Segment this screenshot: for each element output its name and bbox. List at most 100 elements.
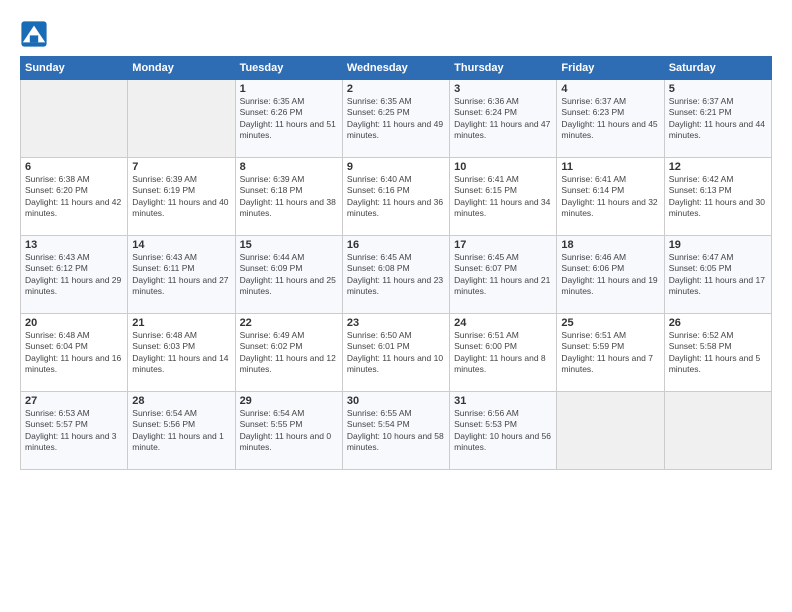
calendar-cell xyxy=(128,80,235,158)
weekday-tuesday: Tuesday xyxy=(235,57,342,80)
weekday-sunday: Sunday xyxy=(21,57,128,80)
day-number: 10 xyxy=(454,161,552,173)
calendar-cell xyxy=(557,392,664,470)
day-info: Sunrise: 6:54 AMSunset: 5:55 PMDaylight:… xyxy=(240,408,338,454)
calendar-cell: 30Sunrise: 6:55 AMSunset: 5:54 PMDayligh… xyxy=(342,392,449,470)
day-number: 12 xyxy=(669,161,767,173)
weekday-wednesday: Wednesday xyxy=(342,57,449,80)
calendar-cell: 19Sunrise: 6:47 AMSunset: 6:05 PMDayligh… xyxy=(664,236,771,314)
day-info: Sunrise: 6:41 AMSunset: 6:14 PMDaylight:… xyxy=(561,174,659,220)
calendar-cell: 29Sunrise: 6:54 AMSunset: 5:55 PMDayligh… xyxy=(235,392,342,470)
calendar-cell xyxy=(664,392,771,470)
day-info: Sunrise: 6:43 AMSunset: 6:11 PMDaylight:… xyxy=(132,252,230,298)
day-number: 31 xyxy=(454,395,552,407)
calendar-body: 1Sunrise: 6:35 AMSunset: 6:26 PMDaylight… xyxy=(21,80,772,470)
calendar-cell: 8Sunrise: 6:39 AMSunset: 6:18 PMDaylight… xyxy=(235,158,342,236)
day-info: Sunrise: 6:53 AMSunset: 5:57 PMDaylight:… xyxy=(25,408,123,454)
day-info: Sunrise: 6:35 AMSunset: 6:25 PMDaylight:… xyxy=(347,96,445,142)
day-number: 18 xyxy=(561,239,659,251)
day-number: 8 xyxy=(240,161,338,173)
weekday-friday: Friday xyxy=(557,57,664,80)
day-info: Sunrise: 6:43 AMSunset: 6:12 PMDaylight:… xyxy=(25,252,123,298)
day-number: 4 xyxy=(561,83,659,95)
day-number: 7 xyxy=(132,161,230,173)
day-number: 23 xyxy=(347,317,445,329)
calendar-cell: 20Sunrise: 6:48 AMSunset: 6:04 PMDayligh… xyxy=(21,314,128,392)
day-info: Sunrise: 6:45 AMSunset: 6:07 PMDaylight:… xyxy=(454,252,552,298)
day-number: 24 xyxy=(454,317,552,329)
calendar-cell: 9Sunrise: 6:40 AMSunset: 6:16 PMDaylight… xyxy=(342,158,449,236)
calendar-cell: 26Sunrise: 6:52 AMSunset: 5:58 PMDayligh… xyxy=(664,314,771,392)
day-info: Sunrise: 6:45 AMSunset: 6:08 PMDaylight:… xyxy=(347,252,445,298)
calendar-cell: 6Sunrise: 6:38 AMSunset: 6:20 PMDaylight… xyxy=(21,158,128,236)
calendar-cell: 25Sunrise: 6:51 AMSunset: 5:59 PMDayligh… xyxy=(557,314,664,392)
calendar-cell: 23Sunrise: 6:50 AMSunset: 6:01 PMDayligh… xyxy=(342,314,449,392)
logo xyxy=(20,20,52,48)
calendar-cell: 12Sunrise: 6:42 AMSunset: 6:13 PMDayligh… xyxy=(664,158,771,236)
weekday-header-row: SundayMondayTuesdayWednesdayThursdayFrid… xyxy=(21,57,772,80)
day-number: 25 xyxy=(561,317,659,329)
day-info: Sunrise: 6:46 AMSunset: 6:06 PMDaylight:… xyxy=(561,252,659,298)
day-info: Sunrise: 6:49 AMSunset: 6:02 PMDaylight:… xyxy=(240,330,338,376)
day-info: Sunrise: 6:35 AMSunset: 6:26 PMDaylight:… xyxy=(240,96,338,142)
day-info: Sunrise: 6:38 AMSunset: 6:20 PMDaylight:… xyxy=(25,174,123,220)
calendar-cell: 3Sunrise: 6:36 AMSunset: 6:24 PMDaylight… xyxy=(450,80,557,158)
calendar-cell: 22Sunrise: 6:49 AMSunset: 6:02 PMDayligh… xyxy=(235,314,342,392)
day-number: 11 xyxy=(561,161,659,173)
weekday-monday: Monday xyxy=(128,57,235,80)
day-number: 21 xyxy=(132,317,230,329)
day-number: 27 xyxy=(25,395,123,407)
day-info: Sunrise: 6:54 AMSunset: 5:56 PMDaylight:… xyxy=(132,408,230,454)
day-info: Sunrise: 6:44 AMSunset: 6:09 PMDaylight:… xyxy=(240,252,338,298)
day-info: Sunrise: 6:48 AMSunset: 6:04 PMDaylight:… xyxy=(25,330,123,376)
calendar-cell: 24Sunrise: 6:51 AMSunset: 6:00 PMDayligh… xyxy=(450,314,557,392)
calendar-week-2: 6Sunrise: 6:38 AMSunset: 6:20 PMDaylight… xyxy=(21,158,772,236)
calendar-table: SundayMondayTuesdayWednesdayThursdayFrid… xyxy=(20,56,772,470)
day-number: 13 xyxy=(25,239,123,251)
day-number: 19 xyxy=(669,239,767,251)
day-info: Sunrise: 6:51 AMSunset: 6:00 PMDaylight:… xyxy=(454,330,552,376)
calendar-cell: 15Sunrise: 6:44 AMSunset: 6:09 PMDayligh… xyxy=(235,236,342,314)
calendar-cell: 28Sunrise: 6:54 AMSunset: 5:56 PMDayligh… xyxy=(128,392,235,470)
day-number: 22 xyxy=(240,317,338,329)
day-info: Sunrise: 6:41 AMSunset: 6:15 PMDaylight:… xyxy=(454,174,552,220)
day-info: Sunrise: 6:39 AMSunset: 6:19 PMDaylight:… xyxy=(132,174,230,220)
day-info: Sunrise: 6:48 AMSunset: 6:03 PMDaylight:… xyxy=(132,330,230,376)
day-number: 29 xyxy=(240,395,338,407)
day-info: Sunrise: 6:42 AMSunset: 6:13 PMDaylight:… xyxy=(669,174,767,220)
day-info: Sunrise: 6:37 AMSunset: 6:23 PMDaylight:… xyxy=(561,96,659,142)
calendar-cell: 2Sunrise: 6:35 AMSunset: 6:25 PMDaylight… xyxy=(342,80,449,158)
day-info: Sunrise: 6:47 AMSunset: 6:05 PMDaylight:… xyxy=(669,252,767,298)
day-number: 15 xyxy=(240,239,338,251)
day-number: 6 xyxy=(25,161,123,173)
day-info: Sunrise: 6:50 AMSunset: 6:01 PMDaylight:… xyxy=(347,330,445,376)
calendar-cell: 7Sunrise: 6:39 AMSunset: 6:19 PMDaylight… xyxy=(128,158,235,236)
day-number: 26 xyxy=(669,317,767,329)
day-info: Sunrise: 6:37 AMSunset: 6:21 PMDaylight:… xyxy=(669,96,767,142)
calendar-cell: 21Sunrise: 6:48 AMSunset: 6:03 PMDayligh… xyxy=(128,314,235,392)
weekday-saturday: Saturday xyxy=(664,57,771,80)
calendar-cell: 13Sunrise: 6:43 AMSunset: 6:12 PMDayligh… xyxy=(21,236,128,314)
day-number: 3 xyxy=(454,83,552,95)
day-number: 28 xyxy=(132,395,230,407)
calendar-cell: 11Sunrise: 6:41 AMSunset: 6:14 PMDayligh… xyxy=(557,158,664,236)
day-number: 14 xyxy=(132,239,230,251)
logo-icon xyxy=(20,20,48,48)
day-number: 30 xyxy=(347,395,445,407)
calendar-cell: 27Sunrise: 6:53 AMSunset: 5:57 PMDayligh… xyxy=(21,392,128,470)
calendar-cell: 31Sunrise: 6:56 AMSunset: 5:53 PMDayligh… xyxy=(450,392,557,470)
day-number: 17 xyxy=(454,239,552,251)
calendar-cell xyxy=(21,80,128,158)
day-number: 16 xyxy=(347,239,445,251)
calendar-cell: 18Sunrise: 6:46 AMSunset: 6:06 PMDayligh… xyxy=(557,236,664,314)
day-info: Sunrise: 6:40 AMSunset: 6:16 PMDaylight:… xyxy=(347,174,445,220)
calendar-week-5: 27Sunrise: 6:53 AMSunset: 5:57 PMDayligh… xyxy=(21,392,772,470)
calendar-cell: 1Sunrise: 6:35 AMSunset: 6:26 PMDaylight… xyxy=(235,80,342,158)
calendar-cell: 16Sunrise: 6:45 AMSunset: 6:08 PMDayligh… xyxy=(342,236,449,314)
weekday-thursday: Thursday xyxy=(450,57,557,80)
day-number: 5 xyxy=(669,83,767,95)
day-info: Sunrise: 6:56 AMSunset: 5:53 PMDaylight:… xyxy=(454,408,552,454)
calendar-cell: 17Sunrise: 6:45 AMSunset: 6:07 PMDayligh… xyxy=(450,236,557,314)
calendar-cell: 5Sunrise: 6:37 AMSunset: 6:21 PMDaylight… xyxy=(664,80,771,158)
calendar-cell: 4Sunrise: 6:37 AMSunset: 6:23 PMDaylight… xyxy=(557,80,664,158)
